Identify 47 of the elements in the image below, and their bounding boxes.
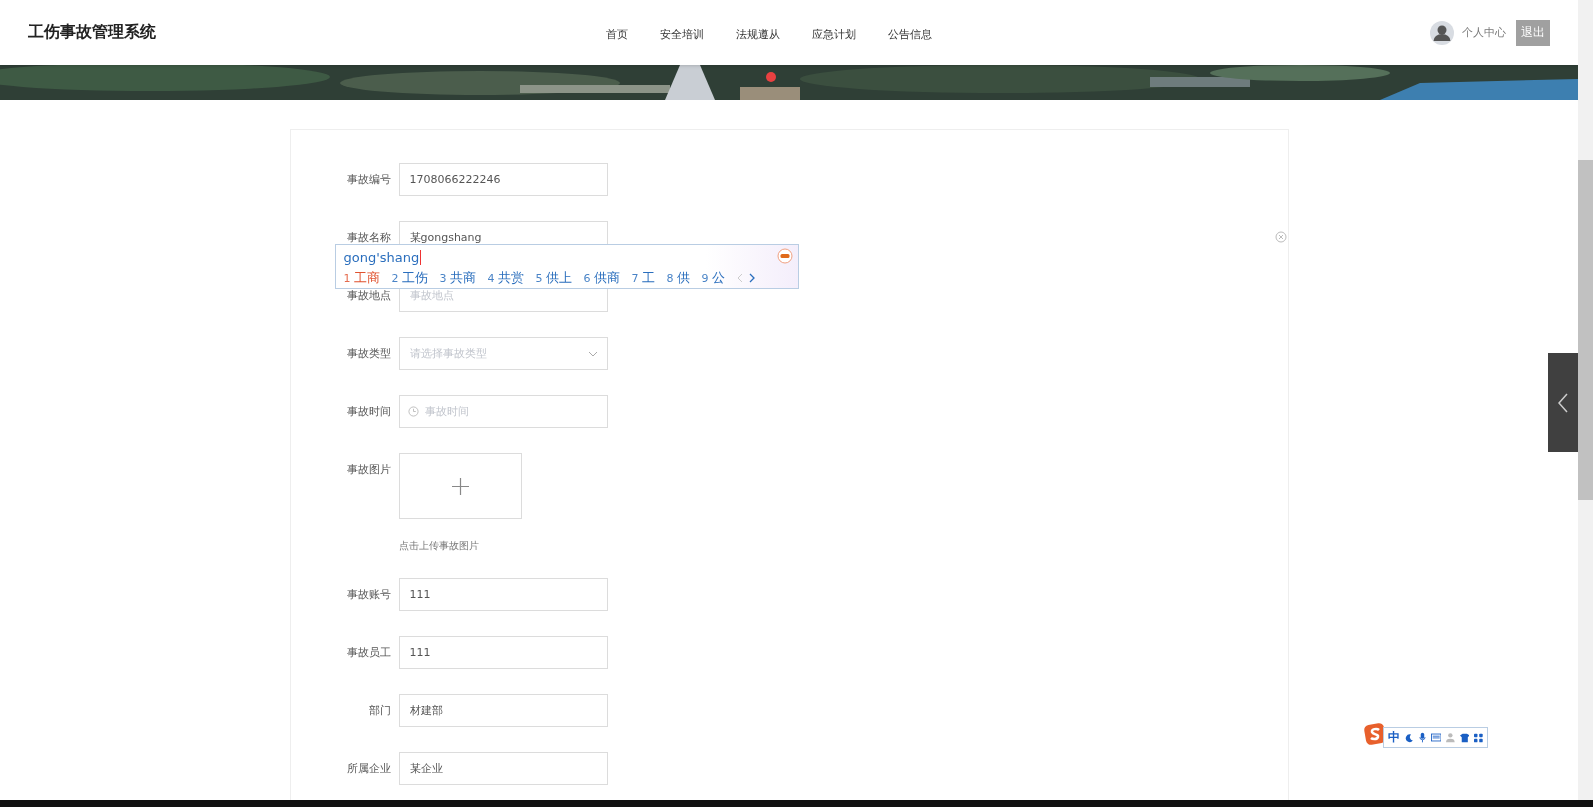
field-label: 事故图片: [345, 462, 392, 478]
user-center-link[interactable]: 个人中心: [1462, 25, 1506, 40]
grid-icon[interactable]: [1474, 732, 1483, 743]
moon-icon[interactable]: [1405, 732, 1414, 743]
nav-link[interactable]: 安全培训: [660, 23, 704, 42]
field-label: 部门: [367, 703, 392, 719]
side-panel-toggle[interactable]: [1548, 353, 1578, 452]
ime-candidate[interactable]: 7 工: [631, 269, 655, 287]
scrollbar[interactable]: [1578, 0, 1593, 800]
chevron-left-icon: [1558, 392, 1568, 413]
nav-link[interactable]: 法规遵从: [736, 23, 780, 42]
clock-icon: [407, 406, 419, 417]
clear-icon[interactable]: [1274, 231, 1287, 243]
text-field[interactable]: 材建部: [398, 694, 608, 727]
text-field[interactable]: 111: [398, 578, 608, 611]
text-field[interactable]: 111: [398, 636, 608, 669]
keyboard-icon[interactable]: [1430, 733, 1442, 742]
site-title: 工伤事故管理系统: [28, 22, 157, 43]
scrollbar-thumb[interactable]: [1578, 160, 1593, 500]
ime-candidate[interactable]: 8 供: [666, 269, 690, 287]
nav-link[interactable]: 应急计划: [812, 23, 856, 42]
carousel-dot-icon[interactable]: [766, 72, 776, 82]
shirt-icon[interactable]: [1459, 732, 1470, 743]
nav-link[interactable]: 首页: [606, 23, 628, 42]
ime-candidate[interactable]: 9 公: [701, 269, 725, 287]
user-icon[interactable]: [1446, 732, 1455, 743]
chevron-down-icon: [587, 350, 598, 357]
field-label: 所属企业: [345, 761, 392, 777]
field-label: 事故员工: [345, 645, 392, 661]
upload-hint: 点击上传事故图片: [398, 539, 480, 553]
field-label: 事故时间: [345, 404, 392, 420]
next-page-icon[interactable]: [748, 273, 755, 283]
ime-candidate[interactable]: 1 工商: [343, 269, 380, 287]
text-field[interactable]: 1708066222246: [398, 163, 608, 196]
avatar-icon[interactable]: [1430, 20, 1454, 45]
text-field[interactable]: 某企业: [398, 752, 608, 785]
field-label: 事故地点: [345, 288, 392, 304]
field-label: 事故名称: [345, 230, 392, 246]
microphone-icon[interactable]: [1418, 731, 1426, 744]
mascot-icon: [776, 248, 793, 264]
input-mode-toggle[interactable]: 中: [1388, 729, 1400, 746]
field-label: 事故编号: [345, 172, 392, 188]
field-label: 事故账号: [345, 587, 392, 603]
ime-composition: gong'shang: [343, 250, 422, 265]
plus-icon: [451, 477, 469, 495]
field-label: 事故类型: [345, 346, 392, 362]
nav-link[interactable]: 公告信息: [888, 23, 932, 42]
